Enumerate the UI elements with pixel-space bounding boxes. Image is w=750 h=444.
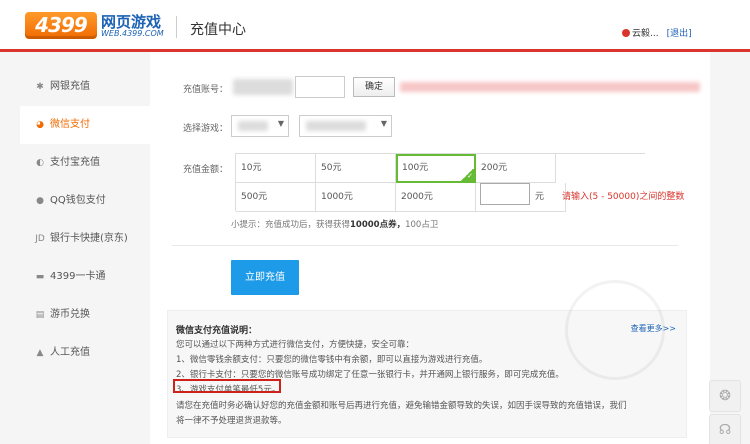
sidebar-item-label: QQ钱包支付 bbox=[50, 195, 106, 206]
person-icon: ▲ bbox=[36, 348, 44, 358]
chevron-down-icon: ▼ bbox=[277, 119, 284, 128]
info-line: 您可以通过以下两种方式进行微信支付，方便快捷，安全可靠： bbox=[176, 340, 415, 350]
highlight-box bbox=[173, 379, 281, 393]
headset-icon: ☊ bbox=[718, 422, 732, 438]
amount-range-hint: 请输入(5 - 50000)之间的整数 bbox=[562, 192, 685, 202]
card-icon: ▬ bbox=[35, 272, 45, 282]
account-prefix-blurred bbox=[233, 79, 293, 95]
jd-icon: JD bbox=[35, 234, 45, 244]
amount-option-label: 100元 bbox=[402, 163, 429, 173]
sidebar-item-label: 微信支付 bbox=[50, 119, 90, 130]
amount-option-1000[interactable]: 1000元 bbox=[316, 183, 396, 212]
alipay-icon: ◐ bbox=[36, 158, 44, 168]
logo-4399[interactable]: 4399 bbox=[25, 12, 97, 39]
header: 4399 网页游戏 WEB.4399.COM 充值中心 云毅... [退出] bbox=[0, 0, 750, 52]
amount-label: 充值金额： bbox=[183, 165, 229, 175]
sidebar-item-label: 游币兑换 bbox=[50, 309, 90, 320]
section-divider bbox=[172, 245, 678, 246]
server-select[interactable]: ▼ bbox=[299, 115, 392, 137]
wechat-icon: ❂ bbox=[719, 388, 731, 404]
user-icon bbox=[622, 29, 630, 37]
game-label: 选择游戏： bbox=[183, 124, 229, 134]
qq-wallet-icon: ● bbox=[36, 196, 44, 206]
amount-unit: 元 bbox=[535, 192, 545, 202]
logo-domain: WEB.4399.COM bbox=[101, 29, 164, 38]
recharge-tip: 小提示：充值成功后，获得获得10000点券，100占卫 bbox=[231, 218, 438, 230]
amount-option-10[interactable]: 10元 bbox=[236, 154, 316, 183]
page-title: 充值中心 bbox=[190, 22, 246, 38]
sidebar-item-alipay[interactable]: ◐ 支付宝充值 bbox=[20, 144, 150, 182]
info-line: 请您在充值时务必确认好您的充值金额和账号后再进行充值，避免输错金额导致的失误，如… bbox=[176, 401, 627, 411]
amount-grid: 10元 50元 100元 ✓ 200元 500元 1000元 2000元 bbox=[235, 153, 645, 212]
wechat-float-button[interactable]: ❂ bbox=[709, 380, 741, 412]
account-label: 充值账号： bbox=[183, 85, 229, 95]
sidebar-item-exchange[interactable]: ▤ 游币兑换 bbox=[20, 296, 150, 334]
custom-amount-input[interactable] bbox=[480, 183, 530, 205]
info-line: 1、微信零钱余额支付：只要您的微信零钱中有余额，即可以直接为游戏进行充值。 bbox=[176, 355, 488, 365]
tip-points: 10000点券， bbox=[350, 220, 406, 230]
amount-option-200[interactable]: 200元 bbox=[476, 154, 556, 183]
sidebar-item-card[interactable]: ▬ 4399一卡通 bbox=[20, 258, 150, 296]
amount-option-500[interactable]: 500元 bbox=[236, 183, 316, 212]
check-icon: ✓ bbox=[460, 169, 474, 181]
sidebar-item-label: 人工充值 bbox=[50, 347, 90, 358]
sidebar: ✱ 网银充值 ◕ 微信支付 ◐ 支付宝充值 ● QQ钱包支付 JD 银行卡快捷(京东) ▬… bbox=[20, 68, 150, 444]
star-icon: ✱ bbox=[36, 82, 44, 92]
username[interactable]: 云毅... bbox=[632, 29, 659, 39]
tip-prefix: 小提示：充值成功后，获得获得 bbox=[231, 220, 351, 230]
sidebar-item-label: 支付宝充值 bbox=[50, 157, 100, 168]
amount-option-2000[interactable]: 2000元 bbox=[396, 183, 476, 212]
sidebar-item-label: 4399一卡通 bbox=[50, 271, 106, 282]
sidebar-item-jd[interactable]: JD 银行卡快捷(京东) bbox=[20, 220, 150, 258]
exchange-icon: ▤ bbox=[35, 310, 45, 320]
game-select-value-blurred bbox=[238, 121, 268, 131]
info-line: 将一律不予处理退货退款等。 bbox=[176, 416, 287, 426]
main-panel: 充值账号： 确定 选择游戏： ▼ ▼ 充值金额： 10元 50元 100元 ✓ … bbox=[150, 52, 710, 444]
amount-option-100[interactable]: 100元 ✓ bbox=[396, 154, 476, 183]
amount-option-50[interactable]: 50元 bbox=[316, 154, 396, 183]
account-info-blurred bbox=[400, 82, 700, 92]
watermark-seal bbox=[565, 280, 665, 380]
customer-service-button[interactable]: ☊ bbox=[709, 414, 741, 444]
chevron-down-icon: ▼ bbox=[380, 119, 387, 128]
tip-suffix: 100占卫 bbox=[405, 220, 439, 230]
logout-link[interactable]: [退出] bbox=[667, 29, 692, 39]
server-select-value-blurred bbox=[306, 121, 366, 131]
sidebar-item-qq-wallet[interactable]: ● QQ钱包支付 bbox=[20, 182, 150, 220]
account-input[interactable] bbox=[295, 76, 345, 98]
sidebar-item-label: 银行卡快捷(京东) bbox=[50, 233, 128, 244]
sidebar-item-wechat[interactable]: ◕ 微信支付 bbox=[20, 106, 150, 144]
confirm-button[interactable]: 确定 bbox=[353, 77, 395, 97]
recharge-now-button[interactable]: 立即充值 bbox=[231, 260, 299, 295]
wechat-icon: ◕ bbox=[36, 120, 44, 130]
user-box: 云毅... [退出] bbox=[622, 26, 692, 39]
sidebar-item-manual[interactable]: ▲ 人工充值 bbox=[20, 334, 150, 372]
sidebar-item-label: 网银充值 bbox=[50, 81, 90, 92]
sidebar-item-netbank[interactable]: ✱ 网银充值 bbox=[20, 68, 150, 106]
header-divider bbox=[176, 16, 177, 38]
info-title: 微信支付充值说明： bbox=[176, 326, 258, 336]
game-select[interactable]: ▼ bbox=[231, 115, 289, 137]
